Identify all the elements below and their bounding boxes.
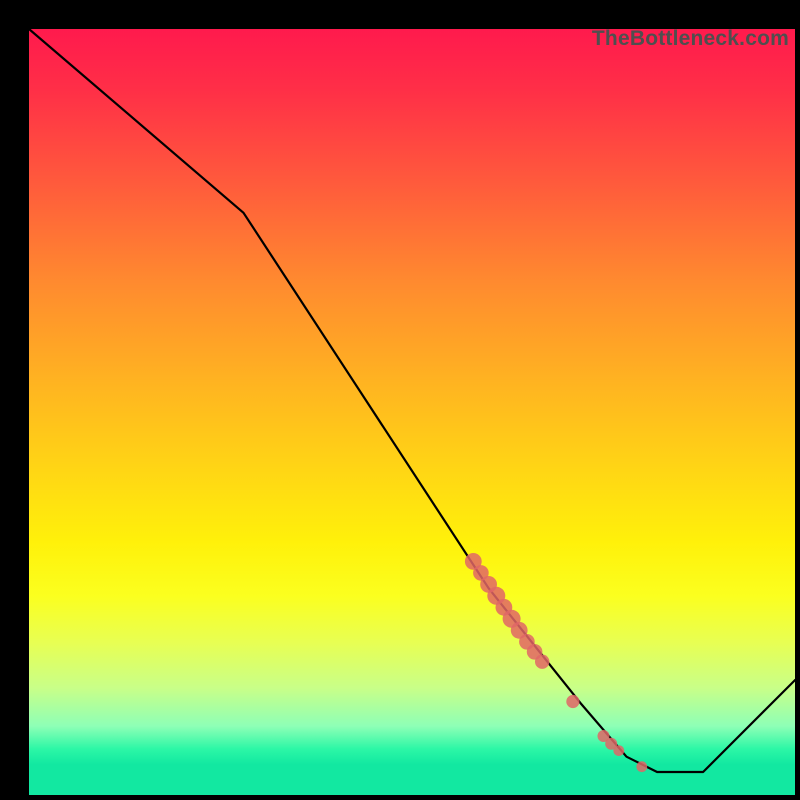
chart-svg xyxy=(29,29,795,795)
marker-dot xyxy=(636,761,647,772)
plot-area: TheBottleneck.com xyxy=(29,29,795,795)
marker-dot xyxy=(535,655,549,669)
marker-dot xyxy=(613,745,624,756)
marker-dot xyxy=(566,695,579,708)
main-curve xyxy=(29,29,795,772)
marker-layer xyxy=(465,553,647,772)
chart-frame: TheBottleneck.com xyxy=(12,12,788,788)
curve-layer xyxy=(29,29,795,772)
